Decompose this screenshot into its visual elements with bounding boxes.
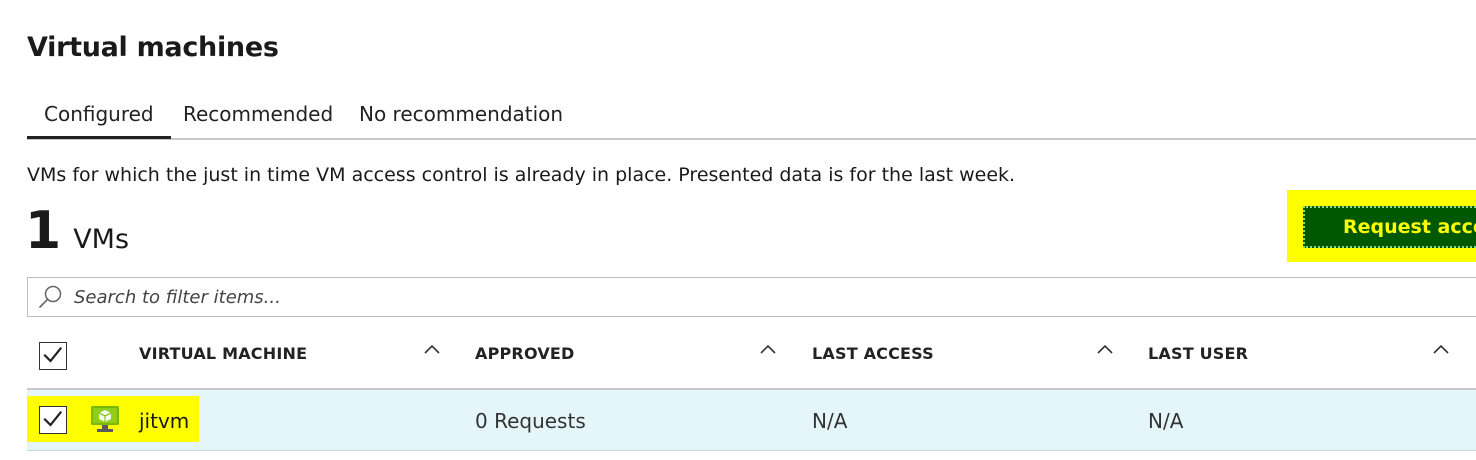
vm-count-label: VMs — [73, 224, 130, 255]
vm-count-number: 1 — [25, 201, 62, 261]
checkmark-icon — [43, 410, 63, 427]
cell-last-access: N/A — [812, 409, 848, 433]
column-header-approved[interactable]: APPROVED — [475, 334, 575, 374]
search-icon — [39, 285, 62, 308]
table-header: VIRTUAL MACHINE APPROVED LAST ACCESS LAS… — [27, 334, 1476, 390]
search-input[interactable] — [72, 285, 1376, 309]
tab-configured[interactable]: Configured — [27, 96, 171, 139]
chevron-up-icon[interactable] — [1432, 342, 1450, 356]
row-checkbox[interactable] — [39, 406, 67, 434]
search-box — [27, 277, 1476, 317]
chevron-up-icon[interactable] — [759, 342, 777, 356]
tab-recommended[interactable]: Recommended — [183, 96, 333, 136]
table-row[interactable]: jitvm 0 Requests N/A N/A — [27, 390, 1476, 451]
checkmark-icon — [43, 346, 63, 363]
cell-last-user: N/A — [1148, 409, 1184, 433]
tab-description: VMs for which the just in time VM access… — [27, 164, 1016, 186]
select-all-checkbox[interactable] — [39, 342, 67, 370]
request-access-button[interactable]: Request access — [1303, 206, 1476, 248]
vm-name-link[interactable]: jitvm — [139, 390, 189, 452]
virtual-machines-page: Virtual machines Configured Recommended … — [0, 0, 1476, 460]
column-header-last-user[interactable]: LAST USER — [1148, 334, 1248, 374]
vm-count: 1 VMs — [25, 205, 129, 257]
virtual-machine-icon — [91, 406, 119, 432]
page-title: Virtual machines — [27, 32, 279, 63]
tab-no-recommendation[interactable]: No recommendation — [359, 96, 563, 136]
cell-approved: 0 Requests — [475, 409, 586, 433]
column-header-virtual-machine[interactable]: VIRTUAL MACHINE — [139, 334, 307, 374]
column-header-last-access[interactable]: LAST ACCESS — [812, 334, 934, 374]
tab-bar: Configured Recommended No recommendation — [27, 96, 1476, 140]
chevron-up-icon[interactable] — [1096, 342, 1114, 356]
chevron-up-icon[interactable] — [423, 342, 441, 356]
